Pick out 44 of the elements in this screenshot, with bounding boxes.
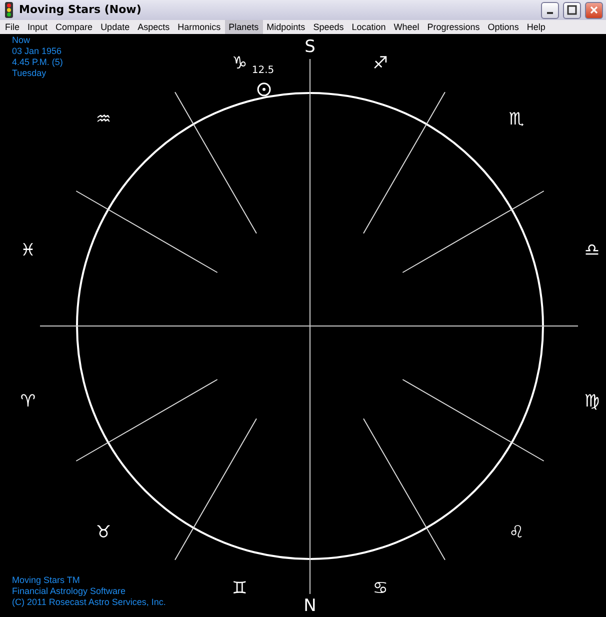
zodiac-sign: ♒ (96, 110, 112, 130)
menu-item[interactable]: Update (96, 20, 134, 34)
menu-item[interactable]: Planets (224, 20, 263, 34)
zodiac-sign: ♐ (372, 53, 388, 74)
zodiac-sign: ♊ (232, 578, 248, 599)
close-icon (590, 6, 598, 14)
traffic-light-icon (3, 2, 15, 18)
zodiac-sign: ♉ (96, 522, 112, 542)
sun-symbol-icon (257, 82, 271, 96)
menu-item[interactable]: Compare (52, 20, 97, 34)
zodiac-sign: ♌ (508, 522, 524, 542)
menu-item[interactable]: Location (348, 20, 390, 34)
zodiac-sign: ♏ (508, 110, 524, 130)
chart-info-text: Tuesday (12, 68, 46, 79)
minimize-button[interactable] (541, 2, 559, 18)
maximize-button[interactable] (563, 2, 581, 18)
zodiac-sign: ♈ (20, 392, 36, 412)
menu-item[interactable]: Input (24, 20, 52, 34)
zodiac-sign: ♋ (372, 578, 388, 599)
maximize-icon (567, 5, 577, 15)
window-title: Moving Stars (Now) (19, 2, 142, 18)
footer-text: Financial Astrology Software (12, 586, 126, 597)
menu-item[interactable]: Help (522, 20, 550, 34)
planet-degree-label: 12.5 (252, 64, 274, 76)
footer-text: (C) 2011 Rosecast Astro Services, Inc. (12, 597, 166, 608)
menu-item[interactable]: Aspects (134, 20, 174, 34)
chart-info-text: 4.45 P.M. (5) (12, 57, 63, 68)
menu-item[interactable]: Wheel (390, 20, 424, 34)
south-label: S (304, 37, 316, 57)
menu-item[interactable]: Speeds (309, 20, 348, 34)
north-label: N (304, 596, 316, 616)
menu-item[interactable]: Progressions (423, 20, 484, 34)
zodiac-sign: ♎ (584, 240, 600, 260)
chart-info-text: 03 Jan 1956 (12, 46, 62, 57)
menu-item[interactable]: Harmonics (174, 20, 225, 34)
menu-item[interactable]: Midpoints (262, 20, 310, 34)
zodiac-sign: ♍ (584, 392, 600, 412)
zodiac-sign: ♓ (20, 240, 36, 260)
zodiac-sign: ♑ (232, 53, 248, 74)
chart-info-text: Now (12, 35, 30, 46)
menu-item[interactable]: File (1, 20, 24, 34)
close-button[interactable] (585, 2, 603, 18)
menu-item[interactable]: Options (484, 20, 523, 34)
footer-text: Moving Stars TM (12, 575, 80, 586)
